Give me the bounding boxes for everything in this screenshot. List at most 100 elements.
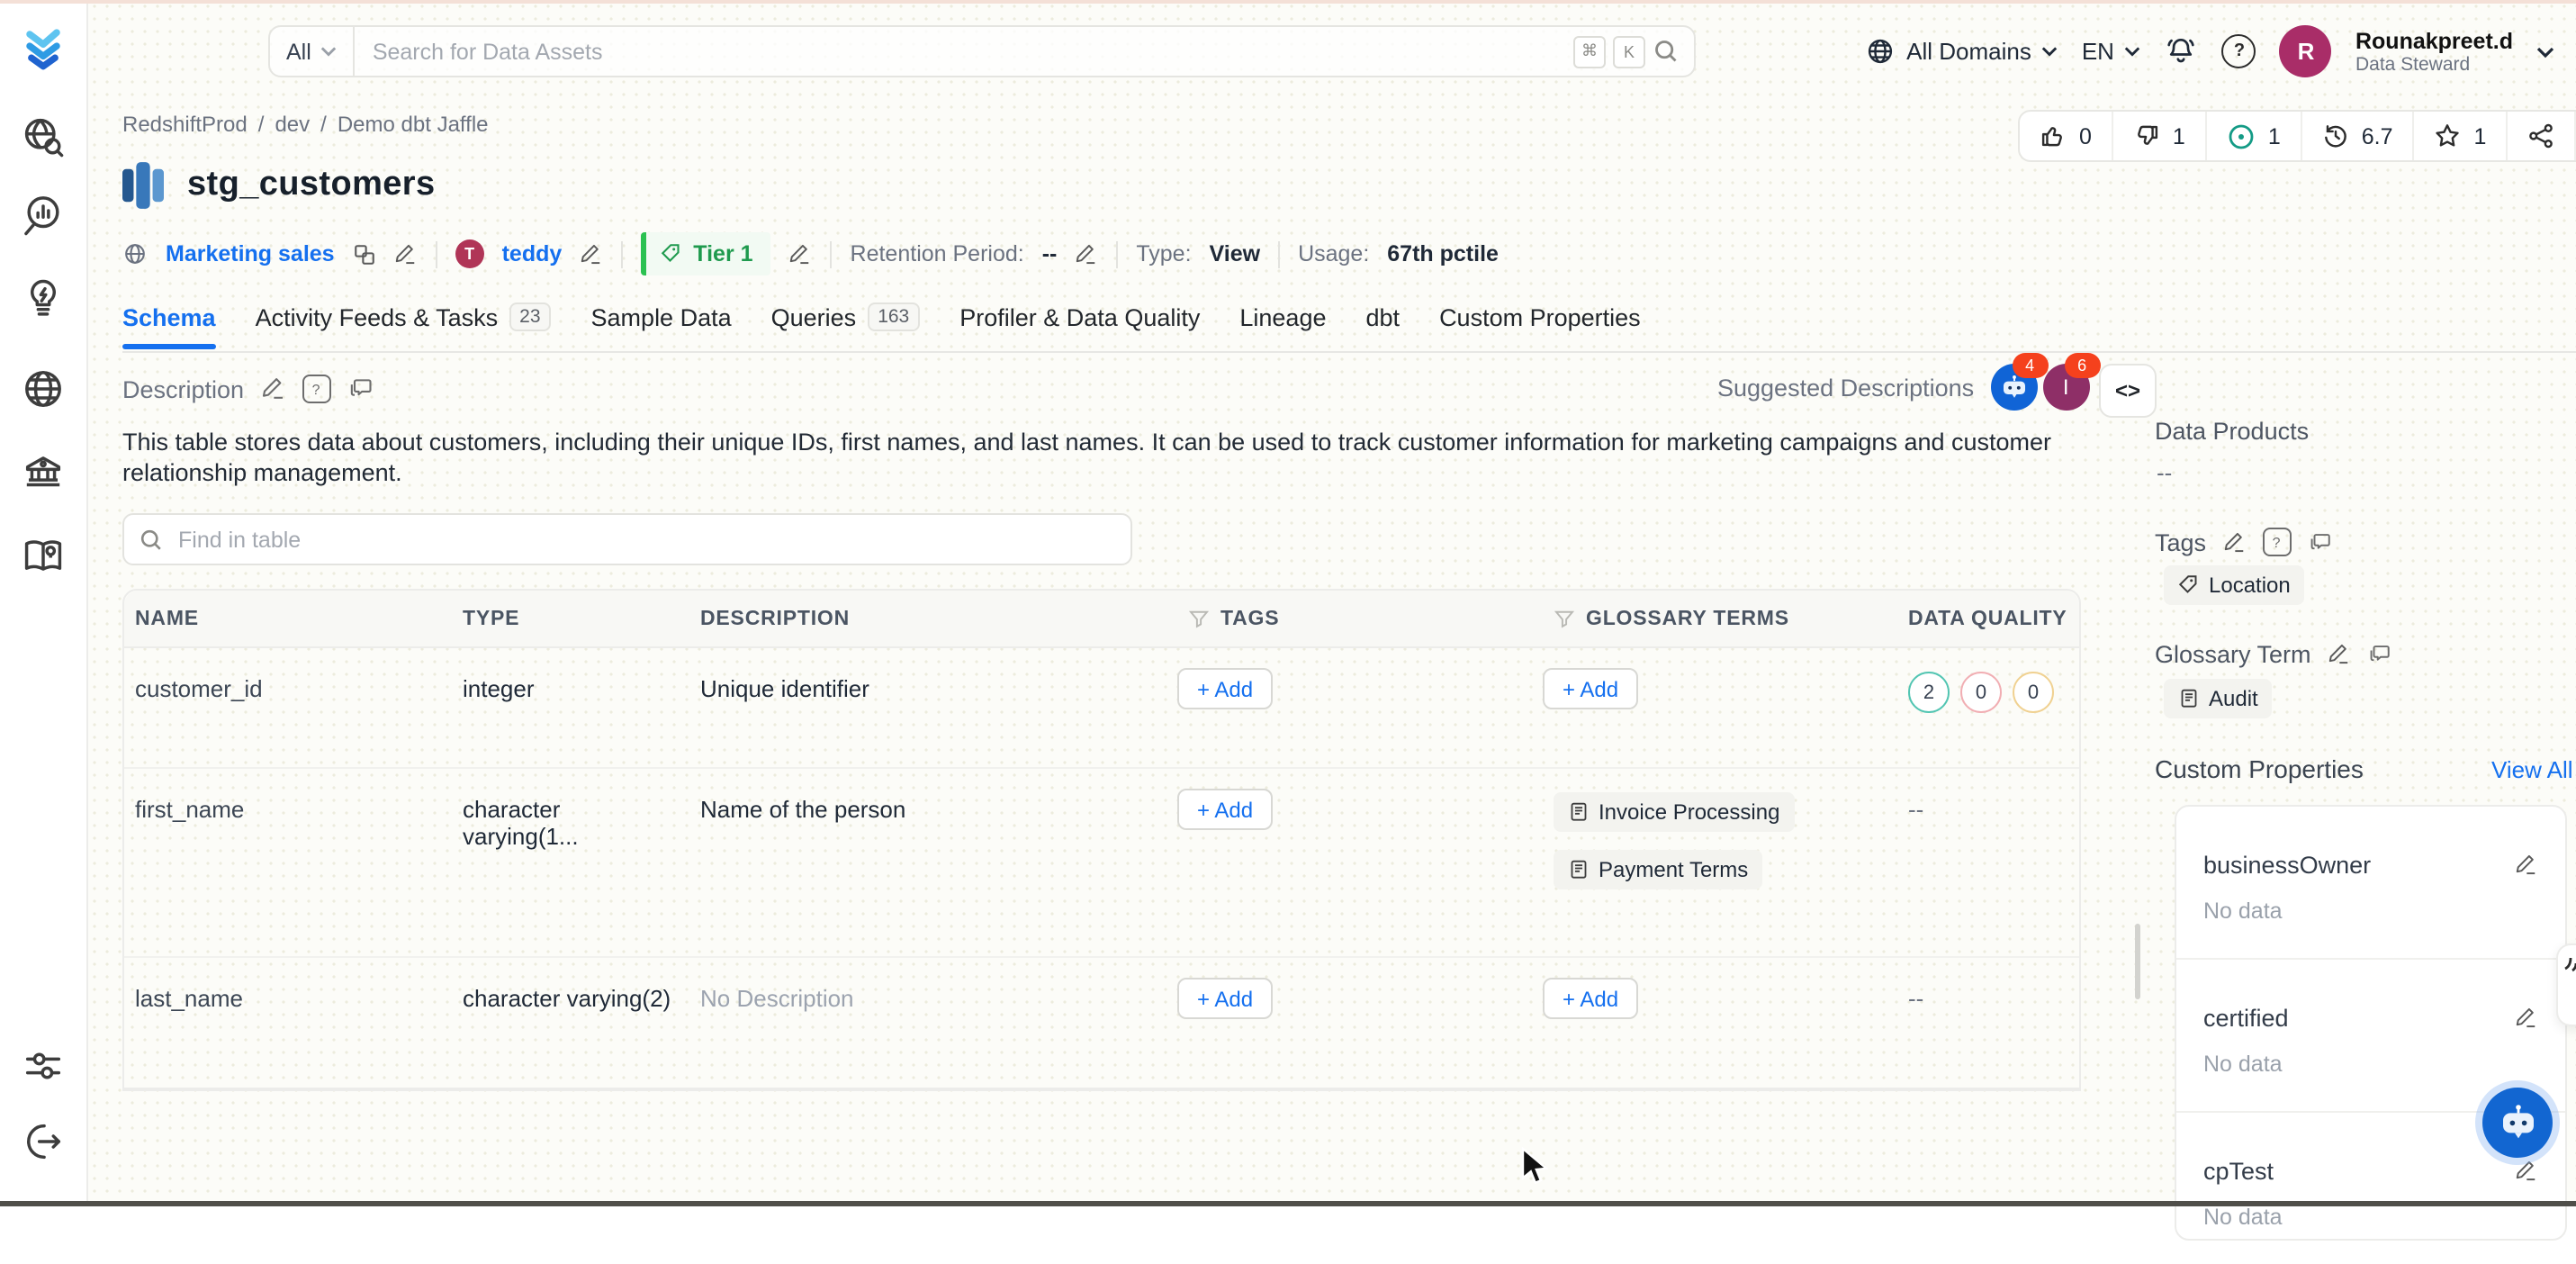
user-info[interactable]: Rounakpreet.d Data Steward [2355,28,2513,75]
logout-icon[interactable] [20,1118,67,1165]
govern-bank-icon[interactable] [20,448,67,495]
share-button[interactable] [2508,112,2576,160]
custom-property: businessOwner No data [2176,807,2565,958]
bot-suggestions-avatar[interactable]: 4 [1990,364,2037,411]
data-products-title: Data Products [2155,418,2309,445]
subdomain-icon [353,242,376,266]
glossary-comments-icon[interactable] [2367,643,2392,666]
tab-custom-properties[interactable]: Custom Properties [1439,303,1641,334]
handle-glyph-icon [2563,954,2576,972]
edit-property-pencil-icon[interactable] [2515,853,2538,877]
tests-passed-badge[interactable]: 2 [1908,672,1950,713]
settings-sliders-icon[interactable] [20,1043,67,1089]
tab-count-badge: 23 [509,302,551,331]
edit-description-pencil-icon[interactable] [260,376,285,402]
edit-property-pencil-icon[interactable] [2515,1007,2538,1030]
notifications-bell-icon[interactable] [2165,34,2199,68]
tag-chip[interactable]: Location [2164,565,2305,605]
find-in-table-input[interactable] [175,525,1116,554]
user-avatar[interactable]: R [2280,25,2332,77]
edit-owner-pencil-icon[interactable] [580,242,603,266]
edit-domain-pencil-icon[interactable] [394,242,418,266]
glossary-term-chip[interactable]: Payment Terms [1554,850,1762,889]
tests-failed-badge[interactable]: 0 [1960,672,2002,713]
explore-icon[interactable] [20,113,67,160]
domain-link[interactable]: Marketing sales [166,241,335,266]
edit-property-pencil-icon[interactable] [2515,1160,2538,1183]
usage-label: Usage: [1298,241,1369,266]
breadcrumb-database[interactable]: dev [275,112,310,137]
chat-assistant-button[interactable] [2482,1088,2553,1158]
mouse-cursor [1521,1147,1548,1187]
tab-profiler[interactable]: Profiler & Data Quality [959,303,1200,334]
edit-tier-pencil-icon[interactable] [789,242,813,266]
domains-globe-icon[interactable] [20,366,67,412]
observability-icon[interactable] [20,193,67,239]
tags-comments-icon[interactable] [2307,530,2332,554]
version-history-icon [2322,122,2349,149]
tab-label: Queries [771,303,857,330]
upvote-button[interactable]: 0 [2020,112,2113,160]
add-tag-button[interactable]: + Add [1177,978,1273,1019]
request-description-icon[interactable]: ? [302,375,330,403]
add-tag-button[interactable]: + Add [1177,668,1273,709]
tab-dbt[interactable]: dbt [1366,303,1401,334]
column-name[interactable]: customer_id [124,648,452,702]
version-button[interactable]: 6.7 [2302,112,2415,160]
filter-funnel-icon[interactable] [1188,608,1210,629]
column-name[interactable]: first_name [124,769,452,823]
add-tag-button[interactable]: + Add [1177,789,1273,830]
edit-retention-pencil-icon[interactable] [1075,242,1098,266]
tags-section-title: Tags ? [2155,528,2332,556]
filter-funnel-icon[interactable] [1554,608,1575,629]
entity-meta-row: Marketing sales T teddy Tier 1 Retention… [122,232,1499,275]
glossary-term-chip[interactable]: Audit [2164,679,2273,718]
version-number: 6.7 [2362,123,2393,149]
edit-glossary-pencil-icon[interactable] [2328,643,2351,666]
request-tags-icon[interactable]: ? [2262,528,2291,556]
breadcrumb-separator: / [258,112,265,137]
tests-aborted-badge[interactable]: 0 [2013,672,2054,713]
collapsed-widget-handle[interactable] [2556,943,2576,1026]
breadcrumb: RedshiftProd / dev / Demo dbt Jaffle [122,112,489,137]
downvote-button[interactable]: 1 [2113,112,2207,160]
tab-sample-data[interactable]: Sample Data [591,303,732,334]
toggle-right-panel-button[interactable]: <> [2099,364,2157,418]
chevron-down-icon[interactable] [2536,44,2554,59]
add-glossary-term-button[interactable]: + Add [1543,978,1638,1019]
tier-chip[interactable]: Tier 1 [641,232,770,275]
search-icon[interactable] [1653,38,1680,65]
breadcrumb-service[interactable]: RedshiftProd [122,112,248,137]
col-header-description: DESCRIPTION [689,608,1177,629]
add-glossary-term-button[interactable]: + Add [1543,668,1638,709]
tab-queries[interactable]: Queries163 [771,302,921,335]
comments-icon[interactable] [347,376,374,402]
tab-activity-feeds[interactable]: Activity Feeds & Tasks 23 [256,302,552,335]
star-button[interactable]: 1 [2415,112,2508,160]
column-type: character varying(1... [452,769,689,850]
domains-dropdown[interactable]: All Domains [1865,36,2058,67]
tab-schema[interactable]: Schema [122,303,216,334]
tab-label: Activity Feeds & Tasks [256,303,499,330]
tab-label: Sample Data [591,303,732,330]
tab-lineage[interactable]: Lineage [1239,303,1326,334]
owner-avatar: T [455,239,484,268]
tier-indicator[interactable]: 1 [2207,112,2302,160]
openmetadata-logo-icon[interactable] [16,20,70,76]
user-suggestions-avatar[interactable]: I 6 [2042,364,2089,411]
glossary-term-chip[interactable]: Invoice Processing [1554,792,1794,832]
edit-tags-pencil-icon[interactable] [2222,530,2246,554]
learning-book-icon[interactable] [20,533,67,580]
owner-link[interactable]: teddy [502,241,563,266]
help-icon[interactable]: ? [2222,34,2256,68]
view-all-link[interactable]: View All [2491,756,2573,783]
custom-property: certified No data [2176,958,2565,1111]
insights-bulb-icon[interactable] [20,275,67,322]
bot-suggestions-count: 4 [2012,353,2048,378]
search-scope-select[interactable]: All [270,27,355,76]
language-dropdown[interactable]: EN [2082,38,2141,65]
scrollbar-thumb[interactable] [2135,924,2140,999]
breadcrumb-schema[interactable]: Demo dbt Jaffle [338,112,489,137]
column-name[interactable]: last_name [124,958,452,1012]
global-search-input[interactable] [355,39,1573,64]
